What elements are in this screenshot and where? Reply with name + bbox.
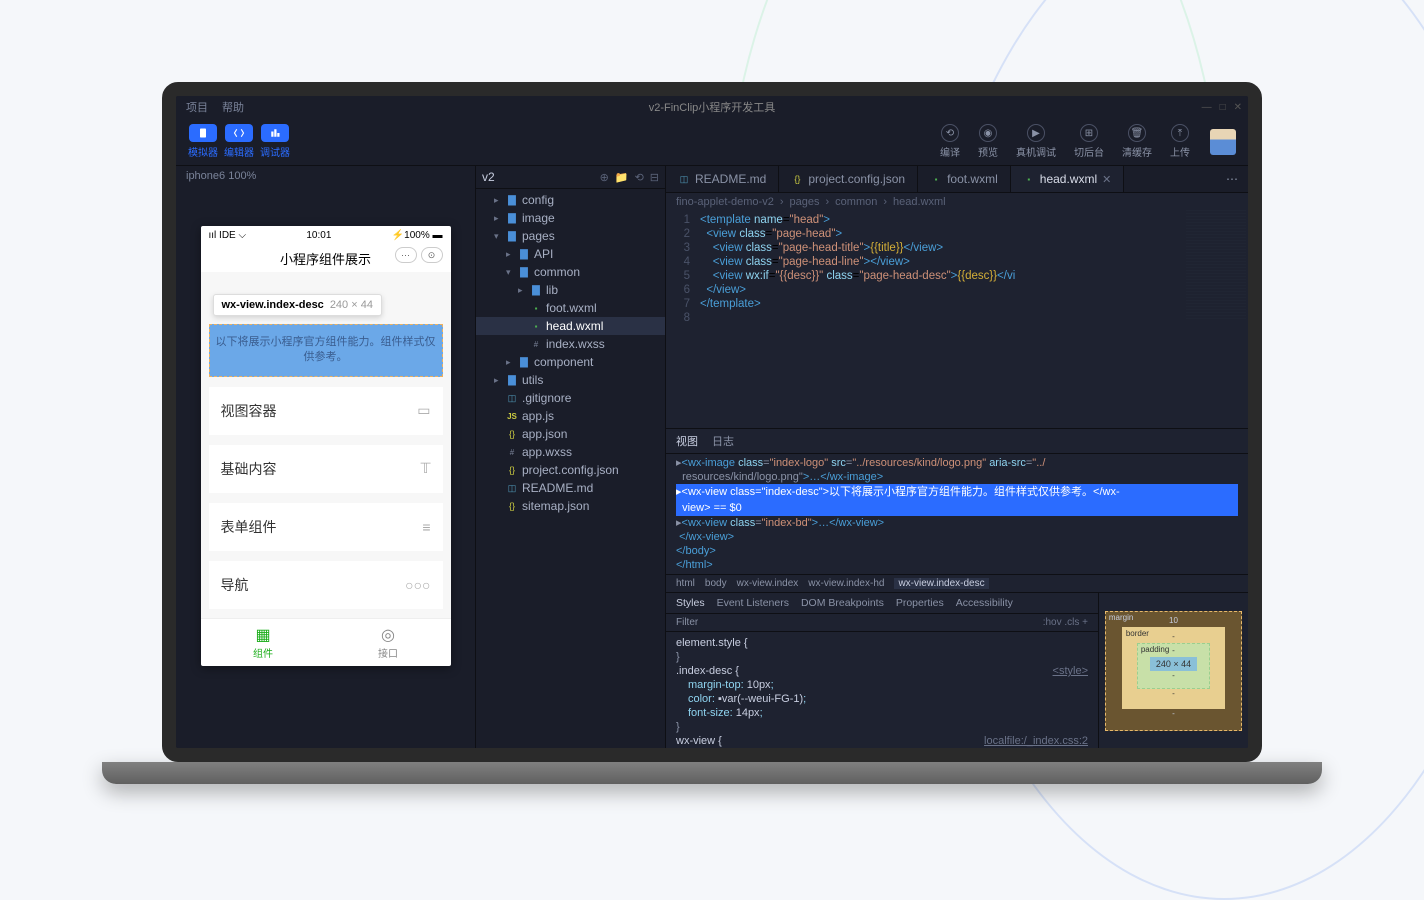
capsule-menu[interactable]: ⋯ bbox=[395, 247, 417, 263]
css-rules[interactable]: element.style { } <style>.index-desc { m… bbox=[666, 632, 1098, 748]
tree-item[interactable]: #index.wxss bbox=[476, 335, 665, 353]
mode-debugger[interactable]: 调试器 bbox=[260, 124, 290, 159]
tree-item[interactable]: ◫.gitignore bbox=[476, 389, 665, 407]
background-button[interactable]: ⊞切后台 bbox=[1068, 124, 1110, 159]
menu-bar: 项目 帮助 v2-FinClip小程序开发工具 — □ ✕ bbox=[176, 96, 1248, 118]
laptop-frame: 项目 帮助 v2-FinClip小程序开发工具 — □ ✕ 模拟器 编辑器 bbox=[162, 82, 1262, 784]
editor-tab[interactable]: ◫README.md bbox=[666, 166, 779, 192]
mode-editor[interactable]: 编辑器 bbox=[224, 124, 254, 159]
dom-node[interactable]: </wx-view> bbox=[676, 530, 1238, 544]
upload-button[interactable]: ⤒上传 bbox=[1164, 124, 1196, 159]
more-icon[interactable]: ⋯ bbox=[1216, 166, 1248, 192]
tree-item[interactable]: ▪foot.wxml bbox=[476, 299, 665, 317]
minimap[interactable] bbox=[1186, 210, 1246, 320]
tree-item[interactable]: {}project.config.json bbox=[476, 461, 665, 479]
collapse-icon[interactable]: ⊟ bbox=[650, 171, 659, 184]
styles-tab[interactable]: DOM Breakpoints bbox=[801, 597, 884, 609]
tree-item[interactable]: ◫README.md bbox=[476, 479, 665, 497]
dom-node[interactable]: </body> bbox=[676, 544, 1238, 558]
clear-cache-button[interactable]: 🗑清缓存 bbox=[1116, 124, 1158, 159]
tree-item[interactable]: ▾▇common bbox=[476, 263, 665, 281]
tree-item[interactable]: ▸▇lib bbox=[476, 281, 665, 299]
simulator-info: iphone6 100% bbox=[176, 166, 475, 186]
tree-item[interactable]: ▪head.wxml bbox=[476, 317, 665, 335]
status-time: 10:01 bbox=[306, 230, 331, 241]
editor-tab[interactable]: ▪head.wxml✕ bbox=[1011, 166, 1125, 192]
tree-item[interactable]: {}sitemap.json bbox=[476, 497, 665, 515]
simulator-phone[interactable]: ııl IDE ⌵ 10:01 ⚡100% ▬ 小程序组件展示 ⋯ ⊙ wx- bbox=[201, 226, 451, 666]
tree-item[interactable]: ▾▇pages bbox=[476, 227, 665, 245]
tree-item[interactable]: ▸▇API bbox=[476, 245, 665, 263]
tab-components[interactable]: ▦组件 bbox=[201, 619, 326, 666]
tree-item[interactable]: ▸▇image bbox=[476, 209, 665, 227]
max-icon[interactable]: □ bbox=[1220, 102, 1226, 113]
min-icon[interactable]: — bbox=[1202, 102, 1212, 113]
page-title: 小程序组件展示 bbox=[280, 252, 371, 267]
menu-help[interactable]: 帮助 bbox=[222, 99, 244, 115]
breadcrumb-item[interactable]: pages bbox=[790, 196, 820, 208]
list-item[interactable]: 导航○○○ bbox=[209, 561, 443, 609]
mode-simulator[interactable]: 模拟器 bbox=[188, 124, 218, 159]
devtab-console[interactable]: 日志 bbox=[712, 433, 734, 449]
status-signal: ııl IDE ⌵ bbox=[209, 230, 247, 241]
breadcrumb-item[interactable]: common bbox=[835, 196, 877, 208]
tree-item[interactable]: ▸▇config bbox=[476, 191, 665, 209]
close-icon[interactable]: ✕ bbox=[1234, 102, 1242, 113]
compile-button[interactable]: ⟲编译 bbox=[934, 124, 966, 159]
filter-actions[interactable]: :hov .cls + bbox=[1043, 617, 1088, 628]
tree-item[interactable]: ▸▇component bbox=[476, 353, 665, 371]
tree-item[interactable]: JSapp.js bbox=[476, 407, 665, 425]
list-item[interactable]: 表单组件≡ bbox=[209, 503, 443, 551]
highlighted-element: 以下将展示小程序官方组件能力。组件样式仅供参考。 bbox=[209, 324, 443, 377]
tree-item[interactable]: ▸▇utils bbox=[476, 371, 665, 389]
status-battery: ⚡100% ▬ bbox=[392, 230, 443, 241]
tree-root[interactable]: v2 bbox=[482, 170, 495, 184]
dom-crumb-item[interactable]: wx-view.index bbox=[737, 578, 799, 589]
remote-debug-button[interactable]: ▶真机调试 bbox=[1010, 124, 1062, 159]
dom-node[interactable]: ▸<wx-view class="index-bd">…</wx-view> bbox=[676, 516, 1238, 530]
menu-project[interactable]: 项目 bbox=[186, 99, 208, 115]
dom-node[interactable]: view> == $0 bbox=[676, 500, 1238, 516]
dom-node[interactable]: resources/kind/logo.png">…</wx-image> bbox=[676, 470, 1238, 484]
editor-tab[interactable]: ▪foot.wxml bbox=[918, 166, 1011, 192]
list-item[interactable]: 视图容器▭ bbox=[209, 387, 443, 435]
editor-tab[interactable]: {}project.config.json bbox=[779, 166, 918, 192]
styles-tab[interactable]: Accessibility bbox=[956, 597, 1013, 609]
box-model: margin 10 border - padding - 240 × 44 bbox=[1098, 593, 1248, 748]
dom-node[interactable]: ▸<wx-image class="index-logo" src="../re… bbox=[676, 456, 1238, 470]
tree-item[interactable]: {}app.json bbox=[476, 425, 665, 443]
dom-crumb-item[interactable]: html bbox=[676, 578, 695, 589]
list-item[interactable]: 基础内容𝕋 bbox=[209, 445, 443, 493]
dom-crumb-item[interactable]: body bbox=[705, 578, 727, 589]
new-file-icon[interactable]: ⊕ bbox=[600, 171, 609, 184]
breadcrumb-item[interactable]: fino-applet-demo-v2 bbox=[676, 196, 774, 208]
inspect-tooltip: wx-view.index-desc240 × 44 bbox=[213, 294, 382, 316]
filter-input[interactable]: Filter bbox=[676, 617, 698, 628]
styles-tab[interactable]: Styles bbox=[676, 597, 705, 609]
styles-tab[interactable]: Event Listeners bbox=[717, 597, 789, 609]
preview-button[interactable]: ◉预览 bbox=[972, 124, 1004, 159]
dom-node[interactable]: </html> bbox=[676, 558, 1238, 572]
capsule-close[interactable]: ⊙ bbox=[421, 247, 443, 263]
new-folder-icon[interactable]: 📁 bbox=[615, 171, 629, 184]
styles-tab[interactable]: Properties bbox=[896, 597, 944, 609]
window-title: v2-FinClip小程序开发工具 bbox=[649, 99, 776, 115]
dom-node[interactable]: ▸<wx-view class="index-desc">以下将展示小程序官方组… bbox=[676, 484, 1238, 500]
dom-crumb-item[interactable]: wx-view.index-desc bbox=[894, 578, 988, 589]
avatar[interactable] bbox=[1210, 129, 1236, 155]
refresh-icon[interactable]: ⟲ bbox=[635, 171, 644, 184]
devtab-elements[interactable]: 视图 bbox=[676, 433, 698, 449]
toolbar: 模拟器 编辑器 调试器 ⟲编译 ◉预览 ▶真机调试 ⊞切后台 🗑清缓存 ⤒上传 bbox=[176, 118, 1248, 166]
dom-crumb-item[interactable]: wx-view.index-hd bbox=[808, 578, 884, 589]
tab-api[interactable]: ◎接口 bbox=[326, 619, 451, 666]
tree-item[interactable]: #app.wxss bbox=[476, 443, 665, 461]
breadcrumb-item[interactable]: head.wxml bbox=[893, 196, 946, 208]
